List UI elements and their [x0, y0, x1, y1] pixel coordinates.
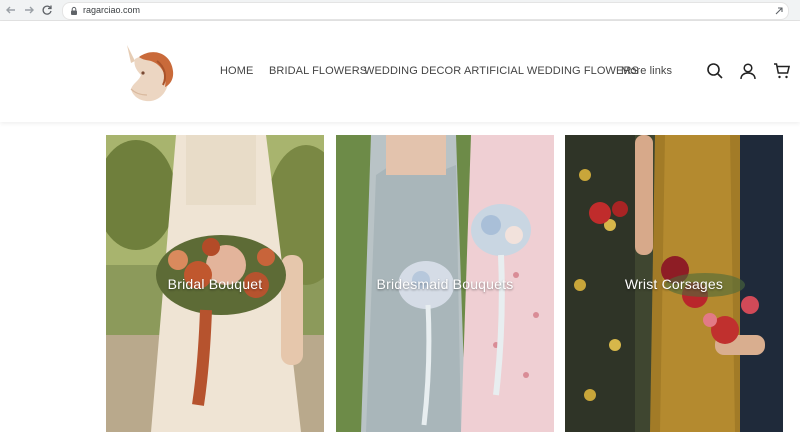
account-icon[interactable] [739, 62, 757, 80]
collection-label: Bridesmaid Bouquets [376, 276, 514, 292]
collection-card-bridesmaid-bouquets[interactable]: Bridesmaid Bouquets [336, 135, 554, 432]
collection-card-wrist-corsages[interactable]: Wrist Corsages [565, 135, 783, 432]
search-icon[interactable] [706, 62, 724, 80]
collection-label: Wrist Corsages [624, 276, 724, 292]
nav-more-links[interactable]: More links [621, 65, 672, 77]
nav-artificial-wedding-flowers[interactable]: ARTIFICIAL WEDDING FLOWERS [464, 65, 639, 77]
collection-label: Bridal Bouquet [167, 276, 263, 292]
lock-icon [71, 6, 77, 15]
nav-bridal-flowers[interactable]: BRIDAL FLOWERS [269, 65, 367, 77]
site-header: HOME BRIDAL FLOWERS WEDDING DECOR ARTIFI… [0, 21, 800, 122]
address-bar[interactable]: ragarciao.com [62, 2, 789, 20]
share-icon[interactable] [774, 6, 784, 16]
url-text: ragarciao.com [83, 5, 141, 15]
reload-icon[interactable] [40, 3, 54, 17]
collection-card-bridal-bouquet[interactable]: Bridal Bouquet [106, 135, 324, 432]
back-icon[interactable] [4, 3, 18, 17]
forward-icon[interactable] [22, 3, 36, 17]
nav-home[interactable]: HOME [220, 65, 253, 77]
unicorn-logo[interactable] [117, 39, 177, 105]
browser-toolbar: ragarciao.com [0, 0, 800, 21]
cart-icon[interactable] [773, 62, 791, 80]
nav-wedding-decor[interactable]: WEDDING DECOR [364, 65, 461, 77]
